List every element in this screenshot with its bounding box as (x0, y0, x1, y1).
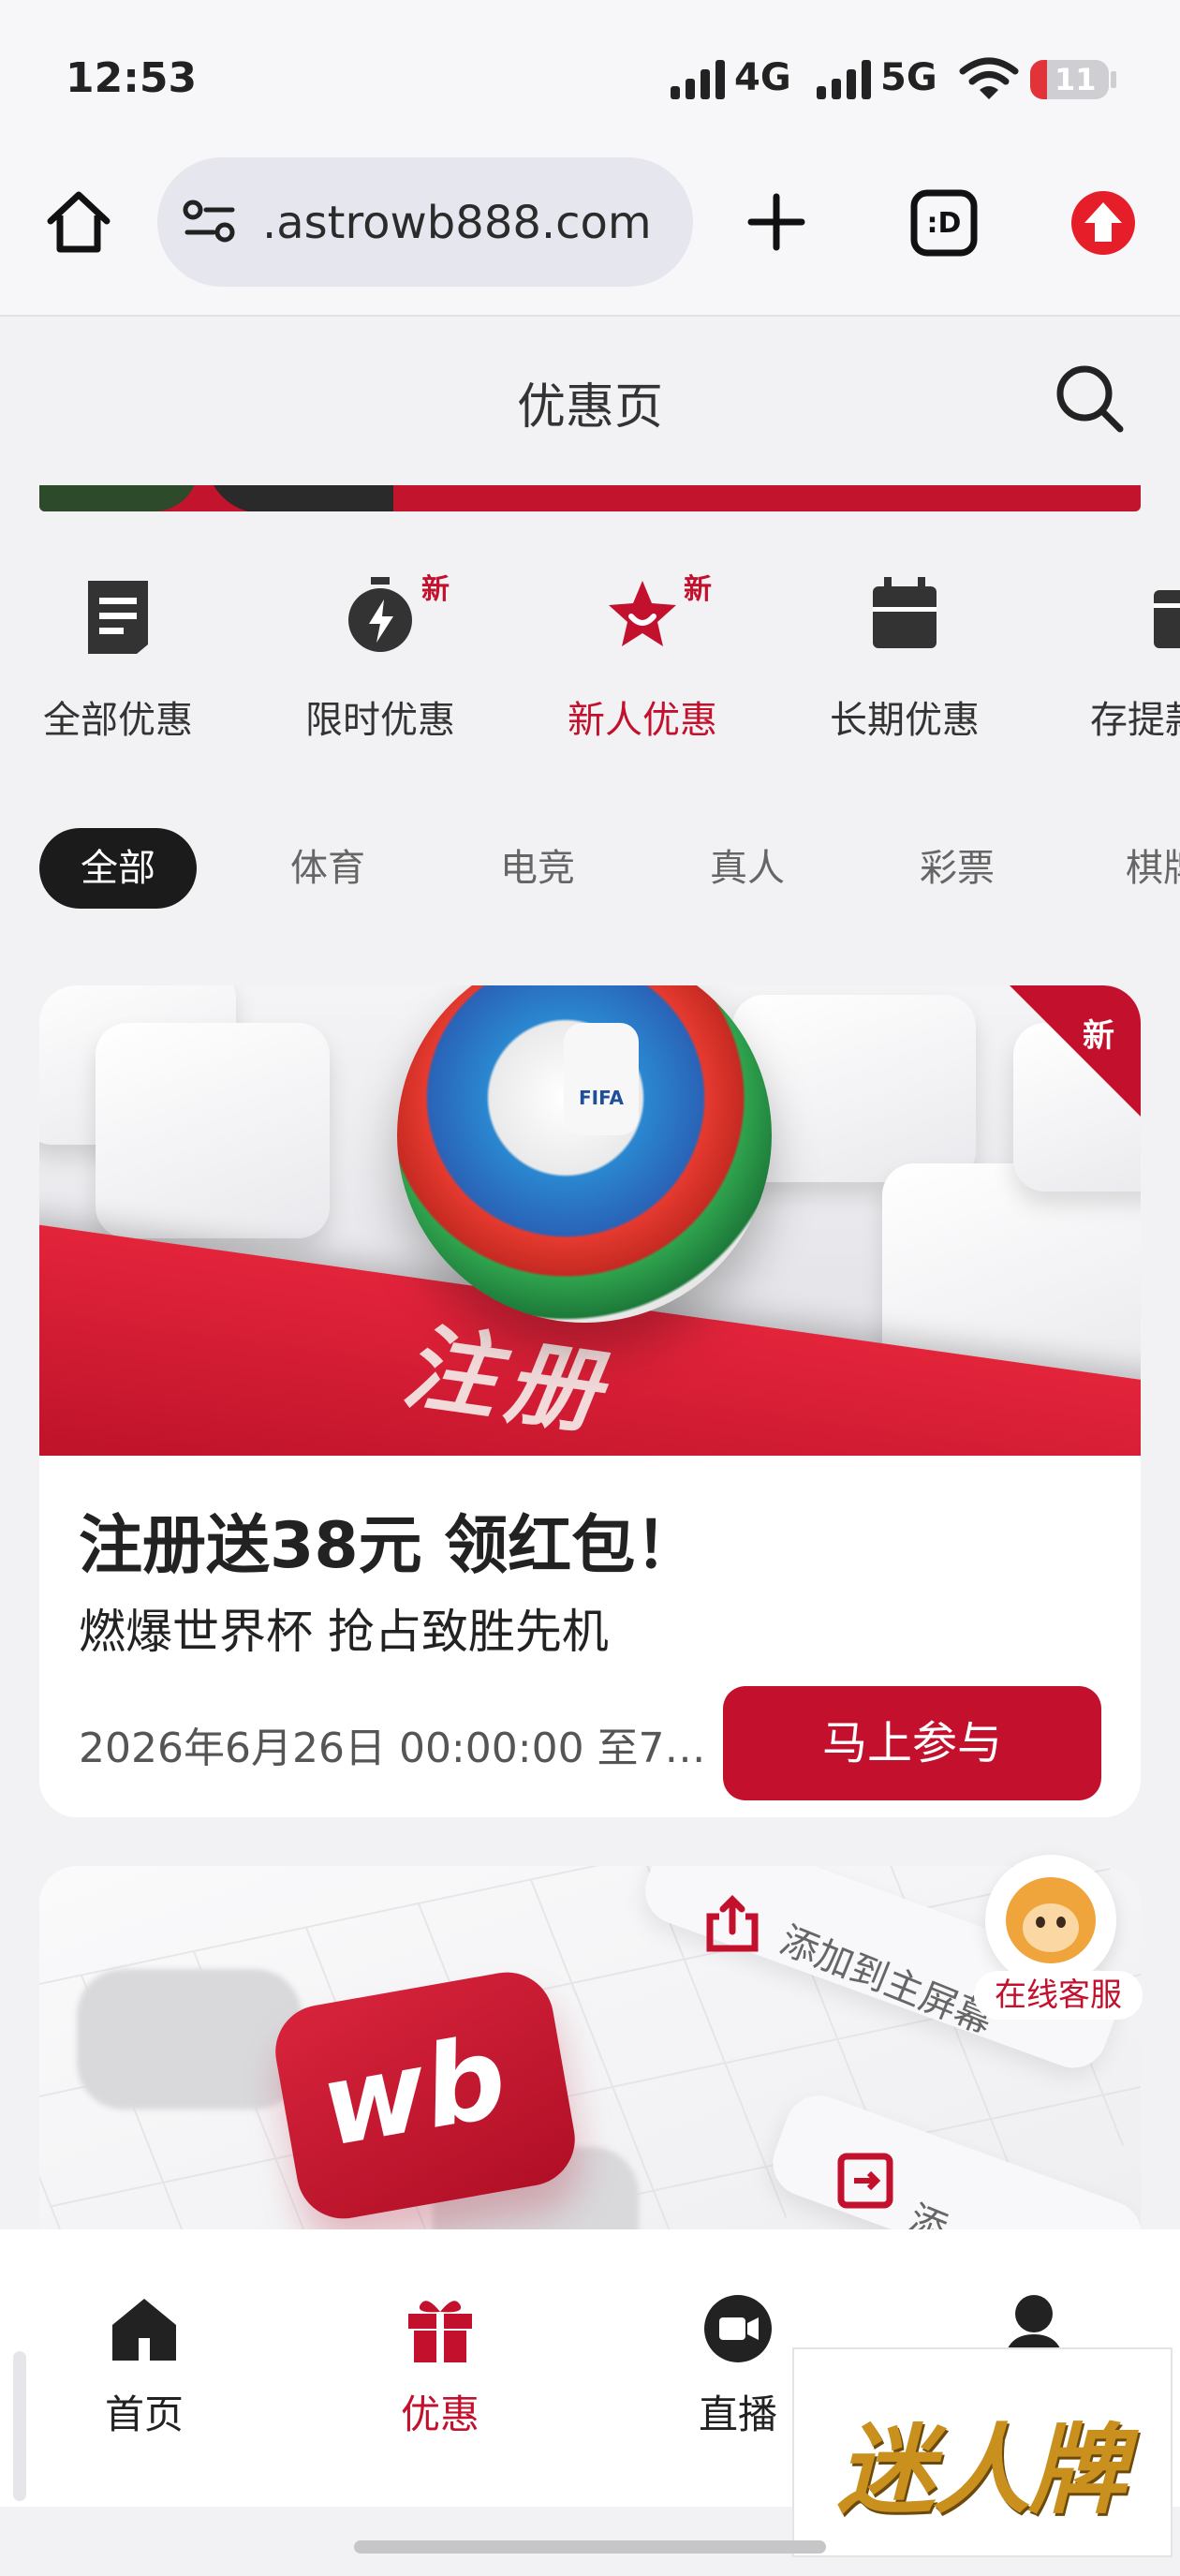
promo-card-2[interactable]: wb 添加到主屏幕 添 (39, 1866, 1141, 2259)
signal-bars-icon (671, 60, 725, 99)
banner-carousel[interactable] (39, 485, 1141, 511)
new-badge: 新 (421, 573, 450, 606)
gift-icon (408, 2301, 472, 2362)
join-now-button[interactable]: 马上参与 (723, 1686, 1101, 1800)
stopwatch-icon (348, 577, 412, 652)
category-tab-all[interactable]: 全部优惠 (24, 571, 212, 744)
battery-indicator: 11 (1030, 60, 1109, 99)
promo-title: 注册送38元 领红包！ (79, 1509, 700, 1583)
category-label: 新人优惠 (568, 699, 717, 742)
cellular-signal-2: 5G (817, 56, 937, 99)
online-service-label[interactable]: 在线客服 (974, 1971, 1143, 2020)
network-type-1: 4G (734, 56, 791, 99)
nav-promotions[interactable]: 优惠 (347, 2293, 534, 2440)
wifi-icon (959, 57, 1019, 99)
site-settings-icon[interactable] (182, 199, 238, 245)
filter-sports[interactable]: 体育 (272, 828, 384, 909)
live-camera-icon (704, 2295, 772, 2362)
new-corner-ribbon (1010, 985, 1141, 1117)
filter-lottery[interactable]: 彩票 (901, 828, 1013, 909)
star-badge-icon (609, 581, 676, 646)
category-tab-newcomer[interactable]: 新 新人优惠 (549, 571, 736, 744)
battery-nub (1111, 71, 1116, 88)
category-tab-long-term[interactable]: 长期优惠 (811, 571, 998, 744)
nav-label: 首页 (104, 2391, 184, 2437)
cellular-signal-1: 4G (671, 56, 791, 99)
battery-level-fill (1030, 60, 1047, 99)
watermark-logo: 迷人牌 (792, 2347, 1173, 2557)
promo-subtitle: 燃爆世界杯 抢占致胜先机 (79, 1605, 609, 1659)
category-label: 限时优惠 (305, 699, 455, 742)
filter-esports[interactable]: 电竞 (481, 828, 594, 909)
status-time: 12:53 (66, 54, 198, 102)
filter-all[interactable]: 全部 (39, 828, 197, 909)
new-corner-label: 新 (1083, 1017, 1114, 1055)
promo-image[interactable]: 注册 FIFA 新 (39, 985, 1141, 1456)
wallet-icon (1154, 590, 1180, 648)
battery-percent: 11 (1055, 62, 1097, 97)
category-tab-limited[interactable]: 新 限时优惠 (287, 571, 474, 744)
filter-chess-cards[interactable]: 棋牌 (1126, 828, 1180, 909)
online-service-button[interactable] (985, 1855, 1116, 1986)
promo-date-range: 2026年6月26日 00:00:00 至7… (79, 1725, 706, 1772)
calendar-icon (873, 577, 937, 648)
search-icon[interactable] (1053, 362, 1128, 437)
app-logo-text: wb (311, 2012, 516, 2173)
category-tab-deposit[interactable]: 存提款 (1073, 571, 1180, 744)
document-icon (88, 581, 148, 654)
category-label: 长期优惠 (830, 699, 980, 742)
category-label: 存提款 (1090, 699, 1180, 742)
network-type-2: 5G (880, 56, 937, 99)
new-badge: 新 (684, 573, 712, 606)
update-icon[interactable] (1069, 189, 1137, 257)
category-label: 全部优惠 (43, 699, 193, 742)
nav-home[interactable]: 首页 (51, 2293, 238, 2440)
url-text[interactable]: .astrowb888.com (262, 197, 652, 249)
fifa-emblem: FIFA (564, 1023, 639, 1135)
share-icon (706, 1895, 759, 1952)
new-tab-icon[interactable] (744, 189, 809, 255)
svg-text::D: :D (927, 207, 962, 240)
monkey-mascot-icon (1006, 1877, 1096, 1963)
promo-card[interactable]: 注册 FIFA 新 注册送38元 领红包！ 燃爆世界杯 抢占致胜先机 2026年… (39, 985, 1141, 1817)
tab-switcher-icon[interactable]: :D (908, 187, 980, 259)
home-icon (112, 2299, 176, 2361)
home-indicator[interactable] (354, 2540, 826, 2554)
add-icon (837, 2153, 893, 2209)
nav-label: 优惠 (400, 2391, 479, 2437)
filter-live-casino[interactable]: 真人 (691, 828, 804, 909)
home-icon[interactable] (41, 185, 116, 260)
watermark-text: 迷人牌 (837, 2413, 1126, 2527)
signal-bars-icon (817, 60, 871, 99)
edge-handle[interactable] (13, 2351, 26, 2501)
page-title: 优惠页 (516, 379, 663, 436)
